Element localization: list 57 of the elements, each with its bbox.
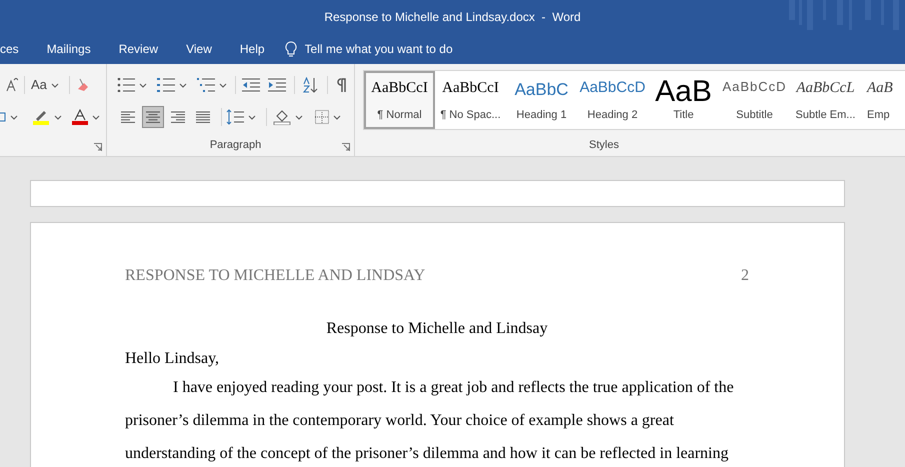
- caret-icon[interactable]: [219, 82, 227, 88]
- tell-me-field[interactable]: Tell me what you want to do: [304, 40, 505, 58]
- pilcrow-icon[interactable]: [336, 78, 346, 92]
- running-head: RESPONSE TO MICHELLE AND LINDSAY: [125, 266, 426, 286]
- style-tile[interactable]: AaBbCcD Heading 2: [577, 71, 648, 129]
- dialog-launcher-icon[interactable]: [94, 143, 102, 151]
- multilevel-list-icon[interactable]: [197, 78, 215, 92]
- window-title: Response to Michelle and Lindsay.docx - Word: [324, 9, 581, 26]
- highlighter-icon[interactable]: [32, 109, 50, 125]
- line-spacing-icon[interactable]: [226, 109, 244, 125]
- grow-font-icon[interactable]: [6, 78, 18, 92]
- caret-icon[interactable]: [54, 114, 62, 120]
- body-text-line: understanding of the concept of the prisoner’s dilemma and how it can be reflected in learning: [125, 445, 728, 462]
- style-tile[interactable]: AaBbCcI ¶ No Spac...: [435, 71, 506, 129]
- style-tile[interactable]: AaBbCcI ¶ Normal: [364, 71, 435, 129]
- caret-icon[interactable]: [248, 114, 256, 120]
- style-tile[interactable]: AaBbCcD Subtitle: [719, 71, 790, 129]
- caret-icon[interactable]: [333, 114, 341, 120]
- ribbon-tab[interactable]: Mailings: [32, 34, 105, 64]
- body-text-line: I have enjoyed reading your post. It is a great job and reflects the true application of the: [173, 379, 734, 396]
- group-label: Styles: [589, 138, 619, 152]
- style-tile[interactable]: AaB Title: [648, 71, 719, 129]
- style-tile[interactable]: AaBbC Heading 1: [506, 71, 577, 129]
- numbered-list-icon[interactable]: [157, 78, 175, 92]
- text-effect-icon[interactable]: [0, 110, 6, 124]
- caret-icon[interactable]: [92, 114, 100, 120]
- align-icon: [145, 110, 161, 124]
- caret-icon[interactable]: [10, 114, 18, 120]
- increase-indent-icon[interactable]: [268, 78, 286, 92]
- sort-icon[interactable]: [303, 77, 319, 93]
- page-number: 2: [741, 266, 749, 286]
- greeting-text: Hello Lindsay,: [125, 350, 220, 367]
- body-text-line: prisoner’s dilemma in the contemporary world. Your choice of example shows a great: [125, 412, 674, 429]
- document-title: Response to Michelle and Lindsay: [326, 319, 548, 339]
- caret-icon[interactable]: [50, 82, 59, 88]
- font-color-icon[interactable]: [72, 109, 88, 125]
- ribbon-tab[interactable]: View: [172, 34, 226, 64]
- ribbon-tab[interactable]: Review: [104, 34, 172, 64]
- style-tile[interactable]: AaB Emp: [861, 71, 905, 129]
- dialog-launcher-icon[interactable]: [342, 143, 350, 151]
- shading-icon[interactable]: [273, 109, 291, 125]
- group-label: Paragraph: [210, 138, 262, 152]
- bullet-list-icon[interactable]: [117, 78, 135, 92]
- ribbon-tab[interactable]: Help: [226, 34, 279, 64]
- style-tile[interactable]: AaBbCcL Subtle Em...: [790, 71, 861, 129]
- align-icon: [170, 110, 186, 124]
- caret-icon[interactable]: [179, 82, 187, 88]
- borders-icon[interactable]: [315, 110, 329, 124]
- align-icon: [195, 110, 211, 124]
- lightbulb-icon: [284, 41, 297, 57]
- decrease-indent-icon[interactable]: [242, 78, 260, 92]
- caret-icon[interactable]: [139, 82, 147, 88]
- align-button[interactable]: [142, 106, 164, 128]
- change-case-button[interactable]: Aa: [31, 75, 47, 95]
- caret-icon[interactable]: [295, 114, 303, 120]
- ribbon-tab[interactable]: ces: [0, 34, 33, 64]
- align-icon: [120, 110, 136, 124]
